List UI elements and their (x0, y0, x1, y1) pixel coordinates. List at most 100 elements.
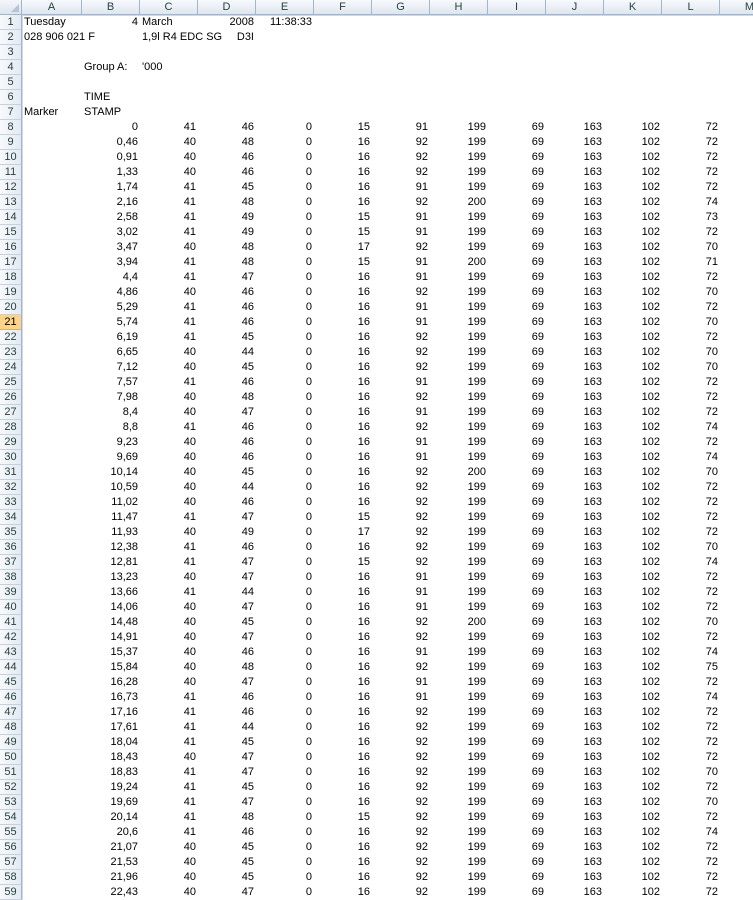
cell-e18[interactable]: 0 (256, 270, 314, 285)
row-header-21[interactable]: 21 (0, 315, 22, 330)
cell-h20[interactable]: 199 (430, 300, 488, 315)
cell-b7[interactable]: STAMP (82, 105, 140, 120)
cell-l27[interactable]: 72 (662, 405, 720, 420)
cell-f15[interactable]: 15 (314, 225, 372, 240)
cell-e30[interactable]: 0 (256, 450, 314, 465)
cell-g28[interactable]: 92 (372, 420, 430, 435)
cell-e13[interactable]: 0 (256, 195, 314, 210)
cell-i42[interactable]: 69 (488, 630, 546, 645)
cell-l44[interactable]: 75 (662, 660, 720, 675)
cell-e15[interactable]: 0 (256, 225, 314, 240)
cell-k27[interactable]: 102 (604, 405, 662, 420)
cell-k8[interactable]: 102 (604, 120, 662, 135)
cell-d32[interactable]: 44 (198, 480, 256, 495)
cell-i58[interactable]: 69 (488, 870, 546, 885)
cell-i32[interactable]: 69 (488, 480, 546, 495)
cell-j25[interactable]: 163 (546, 375, 604, 390)
cell-k54[interactable]: 102 (604, 810, 662, 825)
cell-e40[interactable]: 0 (256, 600, 314, 615)
cell-k18[interactable]: 102 (604, 270, 662, 285)
cell-i13[interactable]: 69 (488, 195, 546, 210)
cell-k16[interactable]: 102 (604, 240, 662, 255)
row-header-2[interactable]: 2 (0, 30, 22, 45)
cell-g37[interactable]: 92 (372, 555, 430, 570)
cell-i29[interactable]: 69 (488, 435, 546, 450)
cell-c27[interactable]: 40 (140, 405, 198, 420)
cell-b46[interactable]: 16,73 (82, 690, 140, 705)
cell-i46[interactable]: 69 (488, 690, 546, 705)
cell-b28[interactable]: 8,8 (82, 420, 140, 435)
cell-e54[interactable]: 0 (256, 810, 314, 825)
cell-b13[interactable]: 2,16 (82, 195, 140, 210)
cell-k19[interactable]: 102 (604, 285, 662, 300)
cell-f37[interactable]: 15 (314, 555, 372, 570)
cell-i17[interactable]: 69 (488, 255, 546, 270)
column-header-i[interactable]: I (488, 0, 546, 15)
cell-d30[interactable]: 46 (198, 450, 256, 465)
cell-j10[interactable]: 163 (546, 150, 604, 165)
row-header-54[interactable]: 54 (0, 810, 22, 825)
cell-g23[interactable]: 92 (372, 345, 430, 360)
cell-l53[interactable]: 70 (662, 795, 720, 810)
cell-c45[interactable]: 40 (140, 675, 198, 690)
cell-c36[interactable]: 41 (140, 540, 198, 555)
cell-j15[interactable]: 163 (546, 225, 604, 240)
cell-l49[interactable]: 72 (662, 735, 720, 750)
cell-d28[interactable]: 46 (198, 420, 256, 435)
cell-i15[interactable]: 69 (488, 225, 546, 240)
cell-e1[interactable]: 11:38:33 (256, 15, 314, 30)
cell-j34[interactable]: 163 (546, 510, 604, 525)
cell-h31[interactable]: 200 (430, 465, 488, 480)
row-header-25[interactable]: 25 (0, 375, 22, 390)
cell-h36[interactable]: 199 (430, 540, 488, 555)
cell-b49[interactable]: 18,04 (82, 735, 140, 750)
row-header-16[interactable]: 16 (0, 240, 22, 255)
row-header-17[interactable]: 17 (0, 255, 22, 270)
cell-h46[interactable]: 199 (430, 690, 488, 705)
cell-l25[interactable]: 72 (662, 375, 720, 390)
cell-l16[interactable]: 70 (662, 240, 720, 255)
cell-l11[interactable]: 72 (662, 165, 720, 180)
cell-f53[interactable]: 16 (314, 795, 372, 810)
spreadsheet-grid[interactable]: A B C D E F G H I J K L M 1 2 3 4 5 6 7 8 9 10 11 12 13 14 15 16 17 18… (0, 0, 753, 900)
cell-d41[interactable]: 45 (198, 615, 256, 630)
cell-d18[interactable]: 47 (198, 270, 256, 285)
cell-h33[interactable]: 199 (430, 495, 488, 510)
cell-g43[interactable]: 91 (372, 645, 430, 660)
row-header-53[interactable]: 53 (0, 795, 22, 810)
cell-f40[interactable]: 16 (314, 600, 372, 615)
row-header-38[interactable]: 38 (0, 570, 22, 585)
cell-c22[interactable]: 41 (140, 330, 198, 345)
cell-f44[interactable]: 16 (314, 660, 372, 675)
cell-i51[interactable]: 69 (488, 765, 546, 780)
cell-k20[interactable]: 102 (604, 300, 662, 315)
cell-d20[interactable]: 46 (198, 300, 256, 315)
cell-j12[interactable]: 163 (546, 180, 604, 195)
cell-b42[interactable]: 14,91 (82, 630, 140, 645)
cell-l41[interactable]: 70 (662, 615, 720, 630)
cell-e41[interactable]: 0 (256, 615, 314, 630)
row-header-24[interactable]: 24 (0, 360, 22, 375)
cell-j41[interactable]: 163 (546, 615, 604, 630)
cell-j43[interactable]: 163 (546, 645, 604, 660)
cell-f22[interactable]: 16 (314, 330, 372, 345)
cell-c48[interactable]: 41 (140, 720, 198, 735)
cell-j33[interactable]: 163 (546, 495, 604, 510)
row-header-6[interactable]: 6 (0, 90, 22, 105)
cell-i52[interactable]: 69 (488, 780, 546, 795)
cell-c57[interactable]: 40 (140, 855, 198, 870)
cell-h22[interactable]: 199 (430, 330, 488, 345)
cell-j22[interactable]: 163 (546, 330, 604, 345)
cell-b26[interactable]: 7,98 (82, 390, 140, 405)
cell-b39[interactable]: 13,66 (82, 585, 140, 600)
cell-k17[interactable]: 102 (604, 255, 662, 270)
cell-l35[interactable]: 72 (662, 525, 720, 540)
cell-k48[interactable]: 102 (604, 720, 662, 735)
cell-e58[interactable]: 0 (256, 870, 314, 885)
cell-l40[interactable]: 72 (662, 600, 720, 615)
cell-k41[interactable]: 102 (604, 615, 662, 630)
cell-f27[interactable]: 16 (314, 405, 372, 420)
cell-f57[interactable]: 16 (314, 855, 372, 870)
cell-d45[interactable]: 47 (198, 675, 256, 690)
cell-k59[interactable]: 102 (604, 885, 662, 900)
